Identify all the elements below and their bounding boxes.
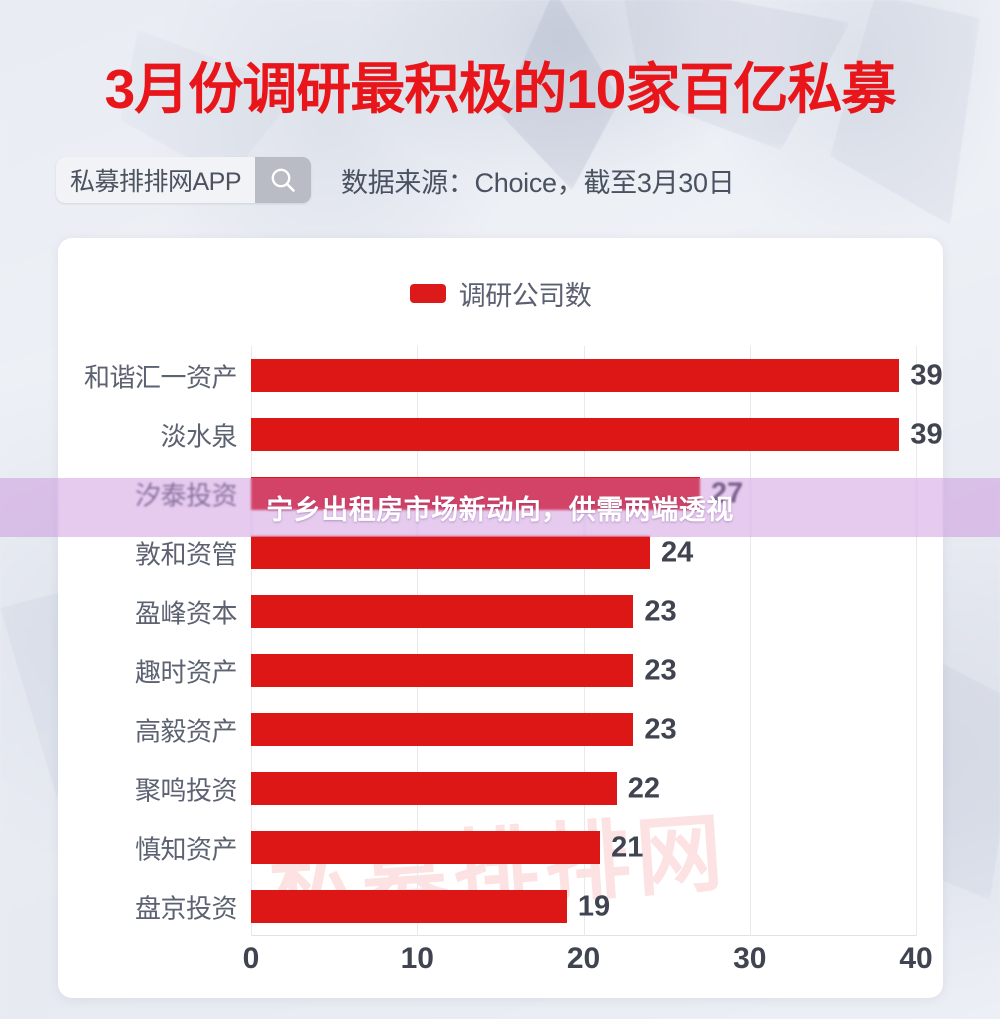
bar-value-label: 23	[644, 595, 677, 627]
bar-row: 盈峰资本 23	[135, 582, 916, 641]
category-label: 趣时资产	[134, 657, 238, 687]
x-axis: 0 10 20 30 40	[243, 936, 933, 986]
search-button[interactable]	[255, 157, 312, 203]
overlay-banner: 宁乡出租房市场新动向，供需两端透视	[0, 478, 1000, 537]
category-label: 敦和资管	[134, 539, 238, 569]
bar[interactable]: 23	[251, 595, 677, 628]
chart-legend: 调研公司数	[58, 274, 943, 313]
bar-row: 慎知资产 21	[135, 818, 916, 877]
data-source-text: 数据来源：Choice，截至3月30日	[341, 167, 735, 198]
x-tick-label: 30	[733, 942, 767, 975]
category-label: 盘京投资	[134, 893, 238, 923]
x-tick-label: 20	[566, 942, 601, 975]
legend-label: 调研公司数	[458, 281, 592, 311]
category-label: 淡水泉	[160, 421, 237, 451]
bar-value-label: 39	[910, 418, 943, 450]
bar[interactable]: 22	[251, 772, 660, 805]
bar-row: 盘京投资 19	[135, 877, 916, 936]
bar-row: 高毅资产 23	[135, 700, 916, 759]
bar[interactable]: 23	[251, 713, 677, 746]
search-input[interactable]: 私募排排网APP	[56, 157, 256, 203]
bar-value-label: 23	[644, 713, 677, 745]
x-tick-label: 0	[242, 942, 260, 975]
bar[interactable]: 19	[251, 890, 610, 923]
bar-value-label: 19	[577, 890, 611, 922]
bar-value-label: 24	[661, 536, 694, 568]
category-label: 高毅资产	[134, 716, 238, 746]
page-title: 3月份调研最积极的10家百亿私募	[104, 58, 897, 120]
chart-card: 私募排排网 调研公司数 和谐汇一资产 39 淡水泉 39 汐泰投资 27 敦和资管 24 盈峰资…	[58, 238, 943, 998]
bar-row: 和谐汇一资产 39	[84, 346, 943, 405]
bar-row: 趣时资产 23	[135, 641, 916, 700]
category-label: 盈峰资本	[134, 598, 238, 628]
bar[interactable]: 21	[251, 831, 643, 864]
bar-value-label: 21	[611, 831, 644, 863]
bar[interactable]: 39	[251, 359, 943, 392]
bar-row: 聚鸣投资 22	[135, 759, 916, 818]
category-label: 和谐汇一资产	[83, 362, 238, 392]
bar-value-label: 39	[910, 359, 943, 391]
bar[interactable]: 23	[251, 654, 677, 687]
plot-area: 和谐汇一资产 39 淡水泉 39 汐泰投资 27 敦和资管 24 盈峰资本 23 趣时资产 23 高毅资…	[84, 346, 943, 936]
bar-value-label: 23	[644, 654, 677, 686]
bar-value-label: 22	[627, 772, 661, 804]
search-box[interactable]: 私募排排网APP	[56, 157, 312, 203]
x-tick-label: 10	[400, 942, 434, 975]
search-icon	[268, 165, 298, 195]
x-tick-label: 40	[899, 942, 933, 975]
bar[interactable]: 39	[251, 418, 943, 451]
legend-swatch	[409, 284, 446, 303]
category-label: 聚鸣投资	[134, 775, 238, 805]
meta-row: 私募排排网APP 数据来源：Choice，截至3月30日	[56, 155, 735, 205]
bar[interactable]: 24	[251, 536, 693, 569]
bar-row: 淡水泉 39	[160, 405, 943, 464]
overlay-banner-text: 宁乡出租房市场新动向，供需两端透视	[266, 495, 734, 525]
category-label: 慎知资产	[134, 834, 238, 864]
